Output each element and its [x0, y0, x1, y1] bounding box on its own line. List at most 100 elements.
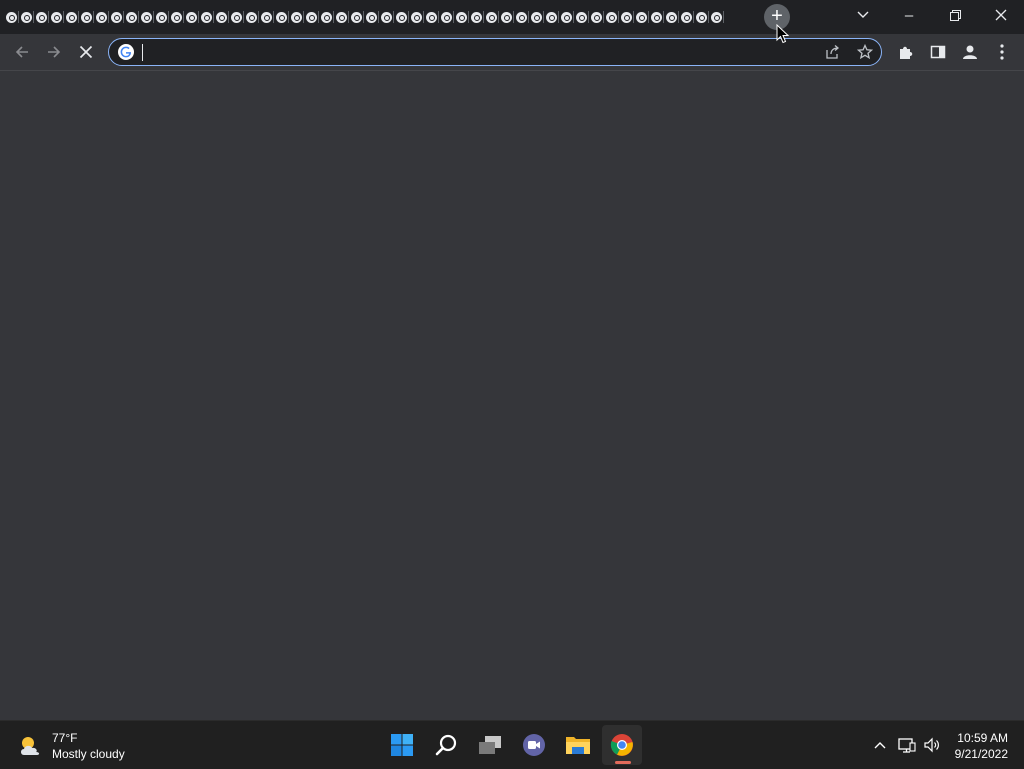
file-explorer-button[interactable]	[558, 725, 598, 765]
network-button[interactable]	[897, 735, 917, 755]
browser-tab[interactable]	[49, 6, 64, 28]
browser-tab[interactable]	[184, 6, 199, 28]
side-panel-icon	[930, 45, 946, 59]
browser-tab[interactable]	[169, 6, 184, 28]
browser-tab[interactable]	[664, 6, 679, 28]
tab-favicon-icon	[156, 11, 167, 23]
browser-tab[interactable]	[364, 6, 379, 28]
browser-tab[interactable]	[469, 6, 484, 28]
tab-search-button[interactable]	[840, 0, 886, 30]
browser-tab[interactable]	[79, 6, 94, 28]
browser-tab[interactable]	[619, 6, 634, 28]
partly-cloudy-icon	[21, 737, 40, 755]
browser-tab[interactable]	[19, 6, 34, 28]
show-hidden-icons-button[interactable]	[870, 735, 890, 755]
chrome-taskbar-button[interactable]	[602, 725, 642, 765]
chrome-menu-button[interactable]	[988, 38, 1016, 66]
browser-tab[interactable]	[694, 6, 709, 28]
browser-tab[interactable]	[454, 6, 469, 28]
browser-tab[interactable]	[199, 6, 214, 28]
side-panel-button[interactable]	[924, 38, 952, 66]
back-button[interactable]	[8, 38, 36, 66]
browser-tab[interactable]	[109, 6, 124, 28]
browser-tab[interactable]	[274, 6, 289, 28]
tab-favicon-icon	[96, 11, 107, 23]
stop-loading-button[interactable]	[72, 38, 100, 66]
search-button[interactable]	[426, 725, 466, 765]
start-button[interactable]	[382, 725, 422, 765]
close-icon	[995, 9, 1007, 21]
browser-tab[interactable]	[379, 6, 394, 28]
browser-tab[interactable]	[319, 6, 334, 28]
tab-favicon-icon	[636, 11, 647, 23]
restore-button[interactable]	[932, 0, 978, 30]
tab-favicon-icon	[126, 11, 137, 23]
close-window-button[interactable]	[978, 0, 1024, 30]
address-input[interactable]	[141, 42, 785, 64]
forward-button[interactable]	[40, 38, 68, 66]
browser-tab[interactable]	[634, 6, 649, 28]
address-bar[interactable]	[108, 38, 882, 66]
tab-favicon-icon	[141, 11, 152, 23]
teams-chat-icon	[523, 734, 545, 756]
browser-tab[interactable]	[259, 6, 274, 28]
tab-favicon-icon	[6, 11, 17, 23]
clock[interactable]: 10:59 AM 9/21/2022	[955, 730, 1008, 762]
google-icon	[118, 44, 134, 60]
browser-tab[interactable]	[499, 6, 514, 28]
browser-tab[interactable]	[589, 6, 604, 28]
browser-tab[interactable]	[64, 6, 79, 28]
browser-tab[interactable]	[349, 6, 364, 28]
tab-favicon-icon	[546, 11, 557, 23]
tab-favicon-icon	[111, 11, 122, 23]
browser-tab[interactable]	[514, 6, 529, 28]
bookmark-button[interactable]	[851, 38, 879, 66]
browser-tab[interactable]	[229, 6, 244, 28]
share-button[interactable]	[819, 38, 847, 66]
browser-tab[interactable]	[94, 6, 109, 28]
volume-button[interactable]	[922, 735, 942, 755]
task-view-button[interactable]	[470, 725, 510, 765]
browser-tab[interactable]	[154, 6, 169, 28]
task-view-icon	[479, 736, 501, 754]
tab-favicon-icon	[21, 11, 32, 23]
star-icon	[857, 44, 873, 60]
browser-tab[interactable]	[334, 6, 349, 28]
browser-tab[interactable]	[484, 6, 499, 28]
browser-tab[interactable]	[439, 6, 454, 28]
browser-tab[interactable]	[559, 6, 574, 28]
browser-tab[interactable]	[679, 6, 694, 28]
browser-tab[interactable]	[709, 6, 724, 28]
browser-tab[interactable]	[649, 6, 664, 28]
browser-tab[interactable]	[409, 6, 424, 28]
browser-tab[interactable]	[244, 6, 259, 28]
tab-favicon-icon	[516, 11, 527, 23]
active-app-indicator	[615, 761, 631, 764]
profile-button[interactable]	[956, 38, 984, 66]
extensions-button[interactable]	[892, 38, 920, 66]
weather-widget[interactable]: 77°F Mostly cloudy	[18, 730, 125, 762]
tab-favicon-icon	[81, 11, 92, 23]
tab-favicon-icon	[291, 11, 302, 23]
teams-chat-button[interactable]	[514, 725, 554, 765]
browser-tab[interactable]	[424, 6, 439, 28]
back-arrow-icon	[15, 46, 28, 58]
mouse-cursor-icon	[776, 24, 790, 44]
browser-tab[interactable]	[34, 6, 49, 28]
browser-tab[interactable]	[544, 6, 559, 28]
tab-strip	[4, 6, 730, 28]
profile-icon	[963, 45, 977, 59]
browser-tab[interactable]	[124, 6, 139, 28]
browser-tab[interactable]	[289, 6, 304, 28]
browser-tab[interactable]	[394, 6, 409, 28]
clock-time: 10:59 AM	[957, 731, 1008, 745]
browser-tab[interactable]	[214, 6, 229, 28]
browser-tab[interactable]	[574, 6, 589, 28]
tab-favicon-icon	[651, 11, 662, 23]
browser-tab[interactable]	[604, 6, 619, 28]
browser-tab[interactable]	[304, 6, 319, 28]
browser-tab[interactable]	[529, 6, 544, 28]
minimize-button[interactable]: –	[886, 0, 932, 30]
browser-tab[interactable]	[4, 6, 19, 28]
browser-tab[interactable]	[139, 6, 154, 28]
